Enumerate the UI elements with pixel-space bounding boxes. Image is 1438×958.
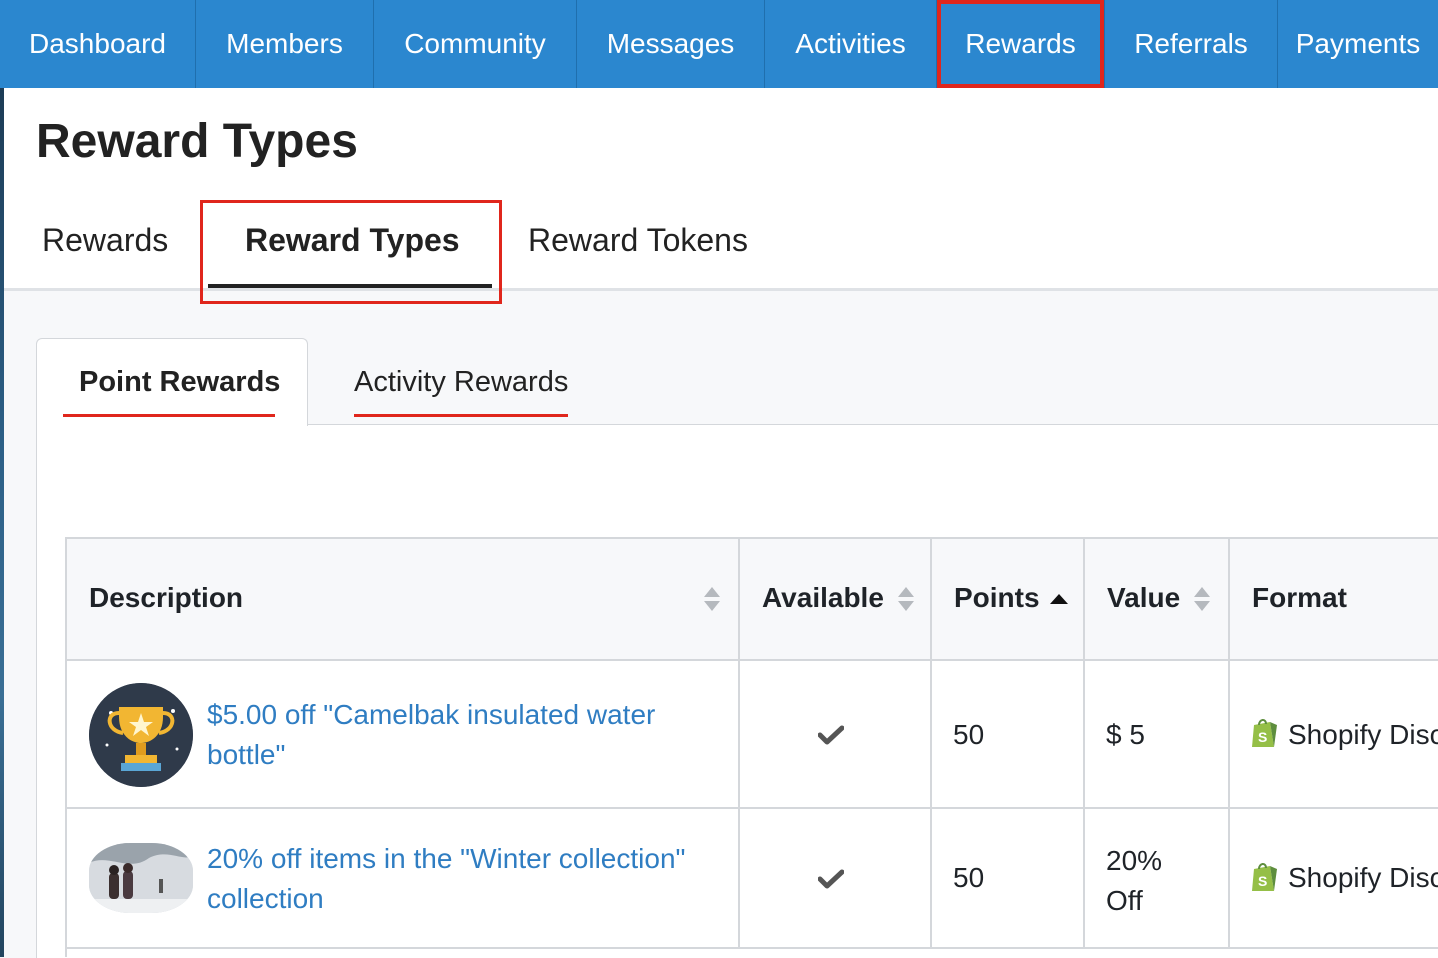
- nav-label: Messages: [606, 28, 735, 59]
- nav-item-rewards[interactable]: Rewards: [937, 0, 1105, 88]
- nav-item-members[interactable]: Members: [196, 0, 374, 88]
- sort-ascending-icon[interactable]: [1050, 594, 1068, 604]
- header-label: Format: [1252, 582, 1347, 613]
- nav-item-messages[interactable]: Messages: [577, 0, 765, 88]
- column-header-points[interactable]: Points: [932, 539, 1085, 661]
- page-title: Reward Types: [36, 115, 358, 168]
- nav-label: Rewards: [965, 28, 1076, 59]
- table-row: 20% off items in the "Winter collection"…: [67, 809, 740, 949]
- sort-icon[interactable]: [704, 587, 720, 613]
- column-header-format[interactable]: Format: [1230, 539, 1438, 661]
- check-icon: [818, 869, 844, 889]
- winter-photo: [89, 843, 193, 913]
- description-line: bottle": [207, 739, 286, 770]
- nav-label: Dashboard: [29, 28, 166, 59]
- nav-label: Payments: [1295, 28, 1421, 59]
- nav-label: Activities: [795, 28, 906, 59]
- description-line: $5.00 off "Camelbak insulated water: [207, 699, 656, 730]
- value-text: $ 5: [1106, 719, 1145, 750]
- description-line: 20% off items in the "Winter collection": [207, 843, 686, 874]
- format-text: Shopify Disc: [1288, 719, 1438, 750]
- reward-description-link[interactable]: 20% off items in the "Winter collection"…: [207, 839, 727, 919]
- format-text: Shopify Disc: [1288, 862, 1438, 893]
- value-text: 20%: [1106, 845, 1163, 876]
- tab-rewards[interactable]: Rewards: [42, 222, 168, 259]
- trophy-icon: [89, 683, 193, 787]
- header-label: Available: [762, 582, 884, 613]
- subtab-bar: Point Rewards Activity Rewards: [36, 338, 1438, 426]
- subtab-activity-rewards[interactable]: Activity Rewards: [354, 366, 568, 399]
- description-line: collection: [207, 883, 324, 914]
- nav-item-community[interactable]: Community: [374, 0, 577, 88]
- header-label: Points: [954, 582, 1040, 613]
- nav-label: Community: [404, 28, 546, 59]
- subtab-underline: [354, 414, 568, 417]
- available-cell: [740, 809, 932, 949]
- value-cell: $ 5: [1085, 661, 1230, 809]
- column-header-description[interactable]: Description: [67, 539, 740, 661]
- sort-icon[interactable]: [898, 587, 914, 613]
- column-header-value[interactable]: Value: [1085, 539, 1230, 661]
- shopify-icon: S: [1252, 863, 1277, 891]
- svg-text:S: S: [1258, 729, 1267, 745]
- value-cell: 20% Off: [1085, 809, 1230, 949]
- points-cell: 50: [932, 809, 1085, 949]
- sort-icon[interactable]: [1194, 587, 1210, 613]
- svg-text:S: S: [1258, 873, 1267, 889]
- header-label: Description: [89, 582, 244, 613]
- points-value: 50: [953, 719, 985, 750]
- shopify-icon: S: [1252, 719, 1277, 747]
- tab-highlight-box: [200, 200, 502, 304]
- points-value: 50: [953, 862, 985, 893]
- header-label: Value: [1107, 582, 1181, 613]
- subtab-underline: [63, 414, 275, 417]
- check-icon: [818, 725, 844, 745]
- nav-label: Members: [226, 28, 343, 59]
- table-row: $5.00 off "Camelbak insulated water bott…: [67, 661, 740, 809]
- tab-reward-tokens[interactable]: Reward Tokens: [528, 222, 748, 259]
- column-header-available[interactable]: Available: [740, 539, 932, 661]
- nav-label: Referrals: [1134, 28, 1248, 59]
- rewards-table: Description Available Points Value Forma…: [65, 537, 1438, 957]
- subtab-point-rewards[interactable]: Point Rewards: [79, 366, 280, 399]
- points-cell: 50: [932, 661, 1085, 809]
- nav-item-payments[interactable]: Payments: [1278, 0, 1438, 88]
- format-cell: S Shopify Disc: [1230, 809, 1438, 949]
- format-cell: S Shopify Disc: [1230, 661, 1438, 809]
- value-text: Off: [1106, 885, 1143, 916]
- nav-item-referrals[interactable]: Referrals: [1105, 0, 1278, 88]
- nav-item-dashboard[interactable]: Dashboard: [0, 0, 196, 88]
- page-header: Reward Types Rewards Reward Types Reward…: [4, 88, 1438, 304]
- reward-description-link[interactable]: $5.00 off "Camelbak insulated water bott…: [207, 695, 727, 775]
- top-nav: Dashboard Members Community Messages Act…: [0, 0, 1438, 88]
- available-cell: [740, 661, 932, 809]
- nav-item-activities[interactable]: Activities: [765, 0, 937, 88]
- subtab-divider: [308, 424, 1438, 425]
